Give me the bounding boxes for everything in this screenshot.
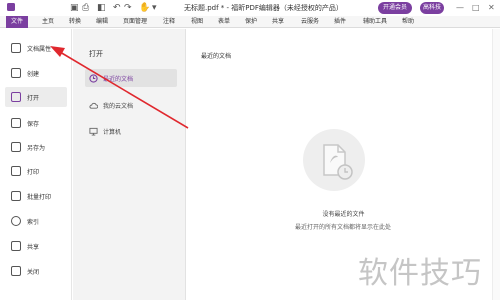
menu-plugins[interactable]: 插件 [334, 16, 346, 28]
index-icon [11, 216, 21, 226]
sidebar-item-print[interactable]: 打印 [5, 161, 67, 181]
maximize-button[interactable]: □ [472, 2, 480, 14]
hand-icon[interactable]: ✋ [139, 2, 150, 14]
open-item-recent-documents[interactable]: 最近的文档 [85, 69, 177, 87]
open-folder-icon [11, 92, 21, 102]
title-bar: ▣ ⎙ ◧ ↶ ↷ ✋ ▾ 无标题.pdf * - 福昕PDF编辑器（未经授权的… [0, 0, 500, 16]
share-icon [11, 241, 21, 251]
sidebar-item-label: 打印 [27, 168, 40, 176]
menu-home[interactable]: 主页 [42, 16, 54, 28]
menu-view[interactable]: 视图 [191, 16, 203, 28]
empty-state-description: 最近打开的所有文档都将显示在此处 [295, 224, 392, 231]
create-icon [11, 68, 21, 78]
open-item-label: 计算机 [103, 128, 122, 136]
sidebar-item-create[interactable]: 创建 [5, 63, 67, 83]
app-logo-icon [6, 2, 16, 16]
menu-bar: 文件 主页 转换 编辑 页面管理 注释 视图 表单 保护 共享 云服务 插件 辅… [0, 16, 500, 28]
open-item-label: 最近的文档 [103, 75, 134, 83]
batch-print-icon [11, 191, 21, 201]
close-document-icon [11, 266, 21, 276]
save-icon[interactable]: ▣ [70, 2, 79, 14]
empty-state-title: 没有最近的文件 [322, 211, 365, 218]
save-icon [11, 118, 21, 128]
undo-icon[interactable]: ↶ [113, 2, 121, 14]
sidebar-item-label: 索引 [27, 218, 40, 226]
menu-edit[interactable]: 编辑 [96, 16, 108, 28]
menu-accessibility[interactable]: 辅助工具 [363, 16, 387, 28]
menu-share[interactable]: 共享 [272, 16, 284, 28]
empty-document-illustration [303, 129, 365, 191]
vertical-scrollbar[interactable] [492, 29, 500, 300]
print-icon[interactable]: ⎙ [82, 2, 89, 14]
menu-page-management[interactable]: 页面管理 [123, 16, 147, 28]
document-properties-icon [11, 43, 21, 53]
close-button[interactable]: ✕ [488, 2, 495, 14]
computer-icon [89, 127, 98, 136]
sidebar-item-open[interactable]: 打开 [5, 87, 67, 107]
open-member-button[interactable]: 开通会员 [378, 2, 412, 14]
sidebar-item-label: 打开 [27, 94, 40, 102]
sidebar-item-index[interactable]: 索引 [5, 211, 67, 231]
menu-form[interactable]: 表单 [218, 16, 230, 28]
empty-file-icon [323, 144, 353, 180]
minimize-button[interactable]: — [456, 2, 464, 14]
menu-comment[interactable]: 注释 [163, 16, 175, 28]
open-item-computer[interactable]: 计算机 [85, 122, 177, 140]
window-title: 无标题.pdf * - 福昕PDF编辑器（未经授权的产品） [184, 4, 343, 12]
sidebar-item-batch-print[interactable]: 批量打印 [5, 186, 67, 206]
sidebar-item-label: 文档属性 [27, 45, 52, 53]
print-icon [11, 166, 21, 176]
sidebar-item-close[interactable]: 关闭 [5, 261, 67, 281]
open-item-my-cloud-documents[interactable]: 我的云文档 [85, 96, 177, 114]
sidebar-item-share[interactable]: 共享 [5, 236, 67, 256]
customize-icon[interactable]: ▾ [152, 2, 157, 14]
sidebar-item-document-properties[interactable]: 文档属性 [5, 38, 67, 58]
menu-protect[interactable]: 保护 [245, 16, 257, 28]
save-as-icon [11, 142, 21, 152]
sidebar-item-label: 另存为 [27, 144, 46, 152]
menu-convert[interactable]: 转换 [69, 16, 81, 28]
redo-icon[interactable]: ↷ [124, 2, 132, 14]
clock-icon [89, 73, 98, 83]
sidebar-item-save-as[interactable]: 另存为 [5, 137, 67, 157]
main-title: 最近的文档 [201, 53, 232, 60]
sidebar-item-save[interactable]: 保存 [5, 113, 67, 133]
file-sidebar: 文档属性 创建 打开 保存 另存为 打印 批量打印 索引 共享 关闭 [0, 29, 72, 300]
sidebar-item-label: 保存 [27, 120, 40, 128]
sidebar-item-label: 创建 [27, 70, 40, 78]
sidebar-item-label: 批量打印 [27, 193, 52, 201]
menu-cloud[interactable]: 云服务 [301, 16, 319, 28]
menu-help[interactable]: 帮助 [402, 16, 414, 28]
cloud-icon [89, 102, 98, 109]
premium-button[interactable]: 高科技 [420, 2, 444, 14]
sidebar-item-label: 关闭 [27, 268, 40, 276]
open-panel: 打开 最近的文档 我的云文档 计算机 [73, 29, 186, 300]
open-panel-title: 打开 [89, 50, 103, 58]
watermark: 软件技巧 [358, 256, 482, 291]
open-item-label: 我的云文档 [103, 102, 134, 110]
open-icon[interactable]: ◧ [97, 2, 106, 14]
sidebar-item-label: 共享 [27, 243, 40, 251]
menu-file[interactable]: 文件 [6, 16, 29, 28]
